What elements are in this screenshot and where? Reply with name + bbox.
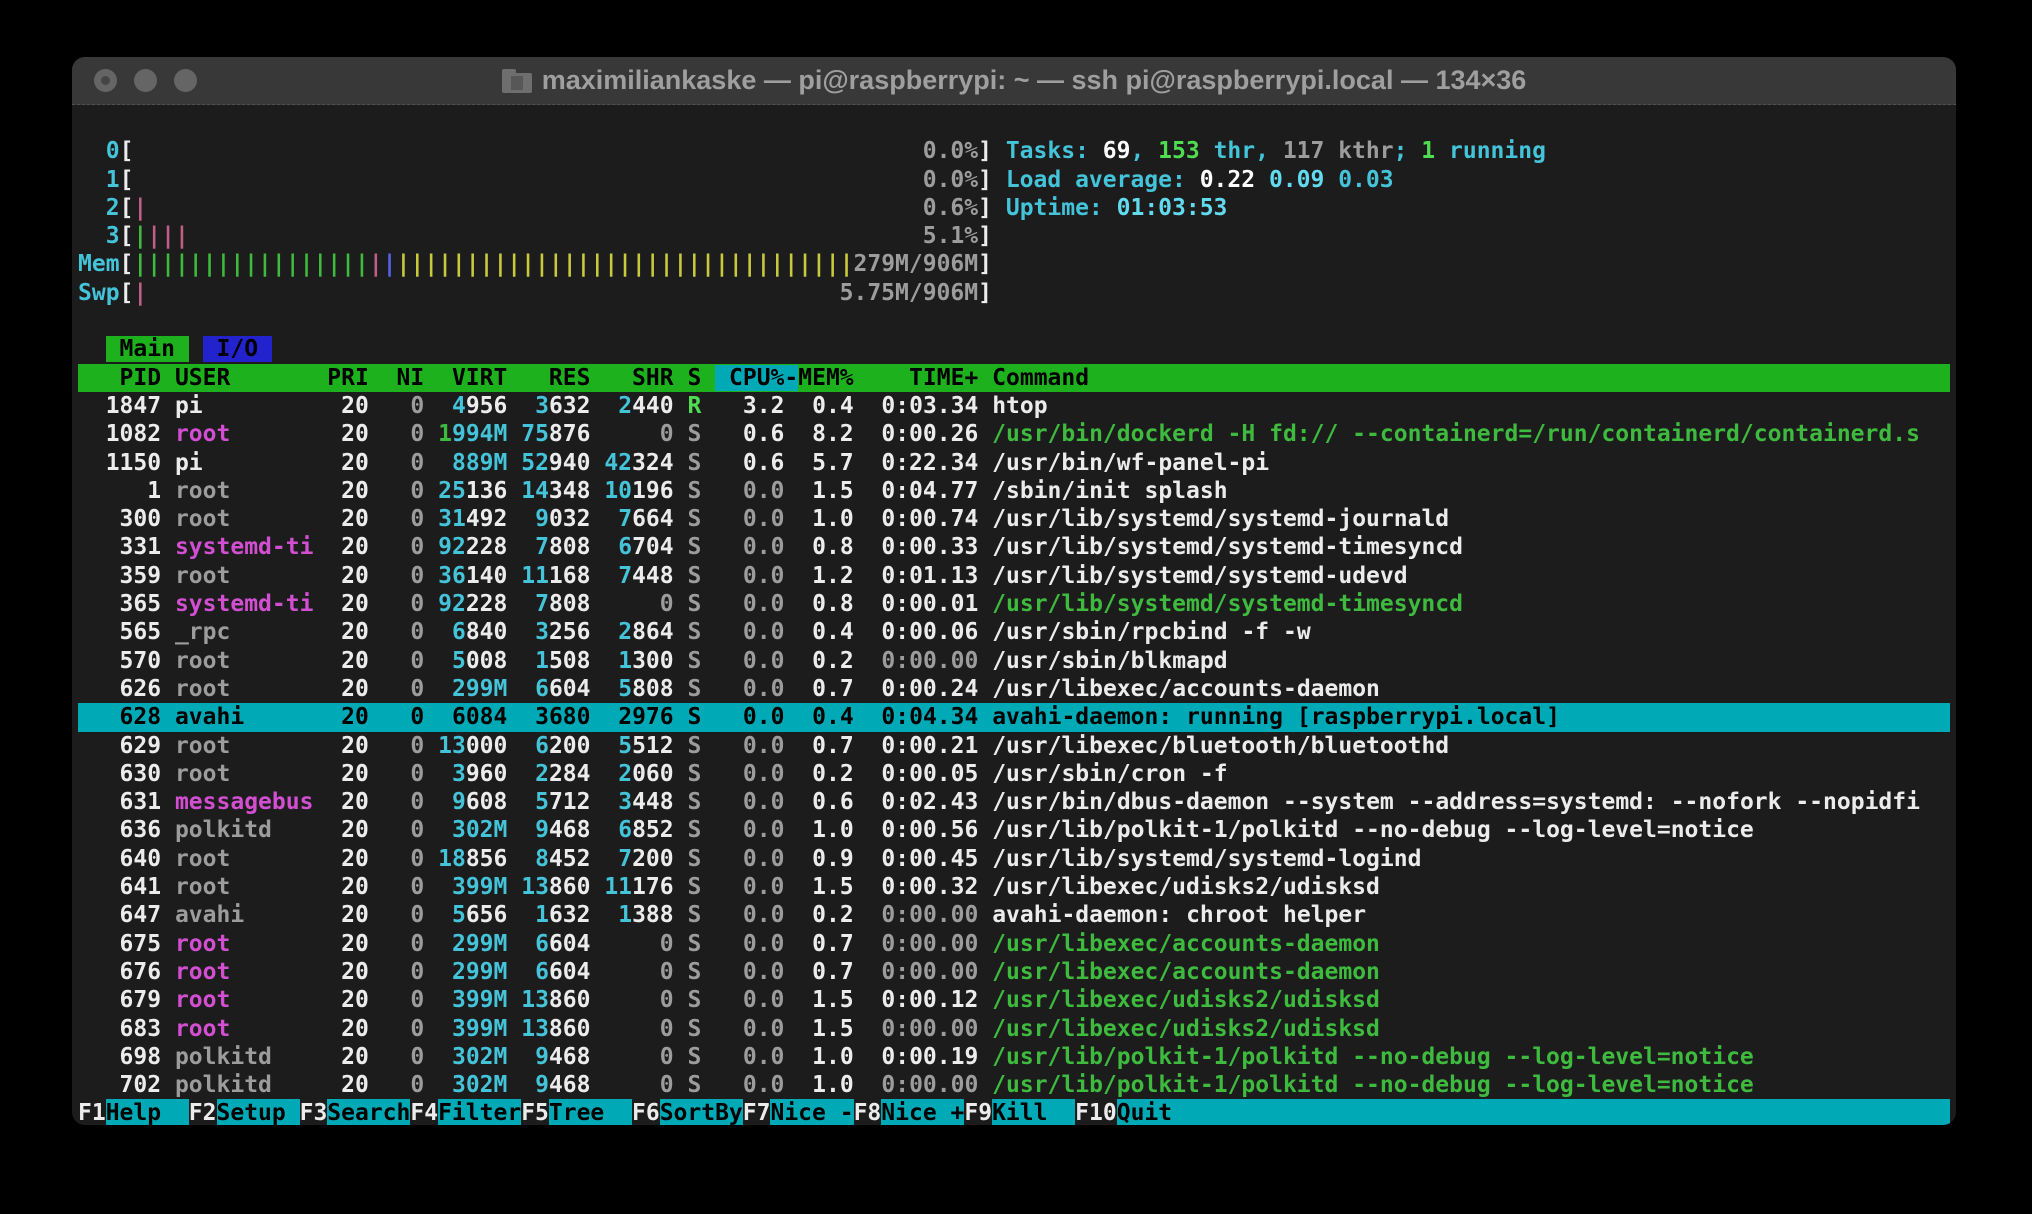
column-header-virt[interactable]: VIRT <box>438 365 507 391</box>
process-row-676[interactable]: 676 root 20 0 299M 6604 0 S 0.0 0.7 0:00… <box>78 958 1950 986</box>
process-row-331[interactable]: 331 systemd-ti 20 0 92228 7808 6704 S 0.… <box>78 533 1950 561</box>
fkey-action-sortby[interactable]: SortBy <box>660 1099 743 1125</box>
process-row-629[interactable]: 629 root 20 0 13000 6200 5512 S 0.0 0.7 … <box>78 732 1950 760</box>
column-header-shr[interactable]: SHR <box>604 365 673 391</box>
close-button[interactable] <box>94 69 117 92</box>
process-row-640[interactable]: 640 root 20 0 18856 8452 7200 S 0.0 0.9 … <box>78 845 1950 873</box>
cpu-meter-3: 3[|||| 5.1%] <box>78 222 1950 250</box>
process-row-679[interactable]: 679 root 20 0 399M 13860 0 S 0.0 1.5 0:0… <box>78 986 1950 1014</box>
fkey-f6[interactable]: F6 <box>632 1099 660 1125</box>
fkey-action-nice[interactable]: Nice - <box>770 1099 853 1125</box>
fkey-action-help[interactable]: Help <box>106 1099 189 1125</box>
column-header-res[interactable]: RES <box>521 365 590 391</box>
blank-line <box>78 109 1950 137</box>
fkey-action-quit[interactable]: Quit <box>1117 1099 1200 1125</box>
process-row-365[interactable]: 365 systemd-ti 20 0 92228 7808 0 S 0.0 0… <box>78 590 1950 618</box>
blank-line <box>78 307 1950 335</box>
column-header-s[interactable]: S <box>687 365 701 391</box>
process-row-683[interactable]: 683 root 20 0 399M 13860 0 S 0.0 1.5 0:0… <box>78 1015 1950 1043</box>
fkey-f7[interactable]: F7 <box>743 1099 771 1125</box>
process-row-570[interactable]: 570 root 20 0 5008 1508 1300 S 0.0 0.2 0… <box>78 647 1950 675</box>
process-row-565[interactable]: 565 _rpc 20 0 6840 3256 2864 S 0.0 0.4 0… <box>78 618 1950 646</box>
window-titlebar[interactable]: maximiliankaske — pi@raspberrypi: ~ — ss… <box>72 57 1956 105</box>
fkey-f2[interactable]: F2 <box>189 1099 217 1125</box>
memory-meter: Mem[||||||||||||||||||||||||||||||||||||… <box>78 250 1950 278</box>
process-row-630[interactable]: 630 root 20 0 3960 2284 2060 S 0.0 0.2 0… <box>78 760 1950 788</box>
minimize-button[interactable] <box>134 69 157 92</box>
column-header-time[interactable]: TIME+ <box>868 365 979 391</box>
process-row-359[interactable]: 359 root 20 0 36140 11168 7448 S 0.0 1.2… <box>78 562 1950 590</box>
process-row-631[interactable]: 631 messagebus 20 0 9608 5712 3448 S 0.0… <box>78 788 1950 816</box>
fkey-action-kill[interactable]: Kill <box>992 1099 1075 1125</box>
window-title-text: maximiliankaske — pi@raspberrypi: ~ — ss… <box>542 65 1527 96</box>
process-row-702[interactable]: 702 polkitd 20 0 302M 9468 0 S 0.0 1.0 0… <box>78 1071 1950 1099</box>
cpu-meter-1: 1[ 0.0%] Load average: 0.22 0.09 0.03 <box>78 166 1950 194</box>
column-header-pri[interactable]: PRI <box>327 365 369 391</box>
fkey-f10[interactable]: F10 <box>1075 1099 1117 1125</box>
column-header-cpu[interactable]: CPU% <box>715 365 784 391</box>
column-header-pid[interactable]: PID <box>78 365 161 391</box>
swap-meter: Swp[| 5.75M/906M] <box>78 279 1950 307</box>
column-header-ni[interactable]: NI <box>383 365 425 391</box>
fkey-action-setup[interactable]: Setup <box>217 1099 300 1125</box>
htop-screen: 0[ 0.0%] Tasks: 69, 153 thr, 117 kthr; 1… <box>72 105 1956 1125</box>
process-row-300[interactable]: 300 root 20 0 31492 9032 7664 S 0.0 1.0 … <box>78 505 1950 533</box>
fkey-action-search[interactable]: Search <box>327 1099 410 1125</box>
fkey-f3[interactable]: F3 <box>300 1099 328 1125</box>
process-row-675[interactable]: 675 root 20 0 299M 6604 0 S 0.0 0.7 0:00… <box>78 930 1950 958</box>
column-header-user[interactable]: USER <box>175 365 313 391</box>
traffic-lights <box>94 69 197 92</box>
fkey-action-nice[interactable]: Nice + <box>881 1099 964 1125</box>
process-row-636[interactable]: 636 polkitd 20 0 302M 9468 6852 S 0.0 1.… <box>78 816 1950 844</box>
zoom-button[interactable] <box>174 69 197 92</box>
fkey-action-tree[interactable]: Tree <box>549 1099 632 1125</box>
function-bar-fill <box>1200 1099 1950 1125</box>
fkey-f4[interactable]: F4 <box>410 1099 438 1125</box>
process-row-1847[interactable]: 1847 pi 20 0 4956 3632 2440 R 3.2 0.4 0:… <box>78 392 1950 420</box>
fkey-f9[interactable]: F9 <box>964 1099 992 1125</box>
process-row-628[interactable]: 628 avahi 20 0 6084 3680 2976 S 0.0 0.4 … <box>78 703 1950 731</box>
process-row-641[interactable]: 641 root 20 0 399M 13860 11176 S 0.0 1.5… <box>78 873 1950 901</box>
function-key-bar: F1Help F2Setup F3SearchF4FilterF5Tree F6… <box>78 1099 1950 1125</box>
cpu-meter-2: 2[| 0.6%] Uptime: 01:03:53 <box>78 194 1950 222</box>
table-header-row: PID USER PRI NI VIRT RES SHR S CPU%-MEM%… <box>78 364 1950 392</box>
process-row-1150[interactable]: 1150 pi 20 0 889M 52940 42324 S 0.6 5.7 … <box>78 449 1950 477</box>
fkey-action-filter[interactable]: Filter <box>438 1099 521 1125</box>
fkey-f5[interactable]: F5 <box>521 1099 549 1125</box>
column-header-sort-dash[interactable]: - <box>784 365 798 391</box>
fkey-f8[interactable]: F8 <box>854 1099 882 1125</box>
process-row-698[interactable]: 698 polkitd 20 0 302M 9468 0 S 0.0 1.0 0… <box>78 1043 1950 1071</box>
process-row-1082[interactable]: 1082 root 20 0 1994M 75876 0 S 0.6 8.2 0… <box>78 420 1950 448</box>
column-header-command[interactable]: Command <box>992 365 1089 391</box>
process-row-647[interactable]: 647 avahi 20 0 5656 1632 1388 S 0.0 0.2 … <box>78 901 1950 929</box>
fkey-f1[interactable]: F1 <box>78 1099 106 1125</box>
cpu-meter-0: 0[ 0.0%] Tasks: 69, 153 thr, 117 kthr; 1… <box>78 137 1950 165</box>
tab-io[interactable]: I/O <box>203 336 272 362</box>
tab-main[interactable]: Main <box>106 336 189 362</box>
terminal-window: maximiliankaske — pi@raspberrypi: ~ — ss… <box>72 57 1956 1125</box>
process-row-626[interactable]: 626 root 20 0 299M 6604 5808 S 0.0 0.7 0… <box>78 675 1950 703</box>
window-title: maximiliankaske — pi@raspberrypi: ~ — ss… <box>502 65 1527 96</box>
process-row-1[interactable]: 1 root 20 0 25136 14348 10196 S 0.0 1.5 … <box>78 477 1950 505</box>
column-header-mem[interactable]: MEM% <box>798 365 853 391</box>
folder-icon <box>502 69 532 93</box>
tab-bar: Main I/O <box>78 335 1950 363</box>
